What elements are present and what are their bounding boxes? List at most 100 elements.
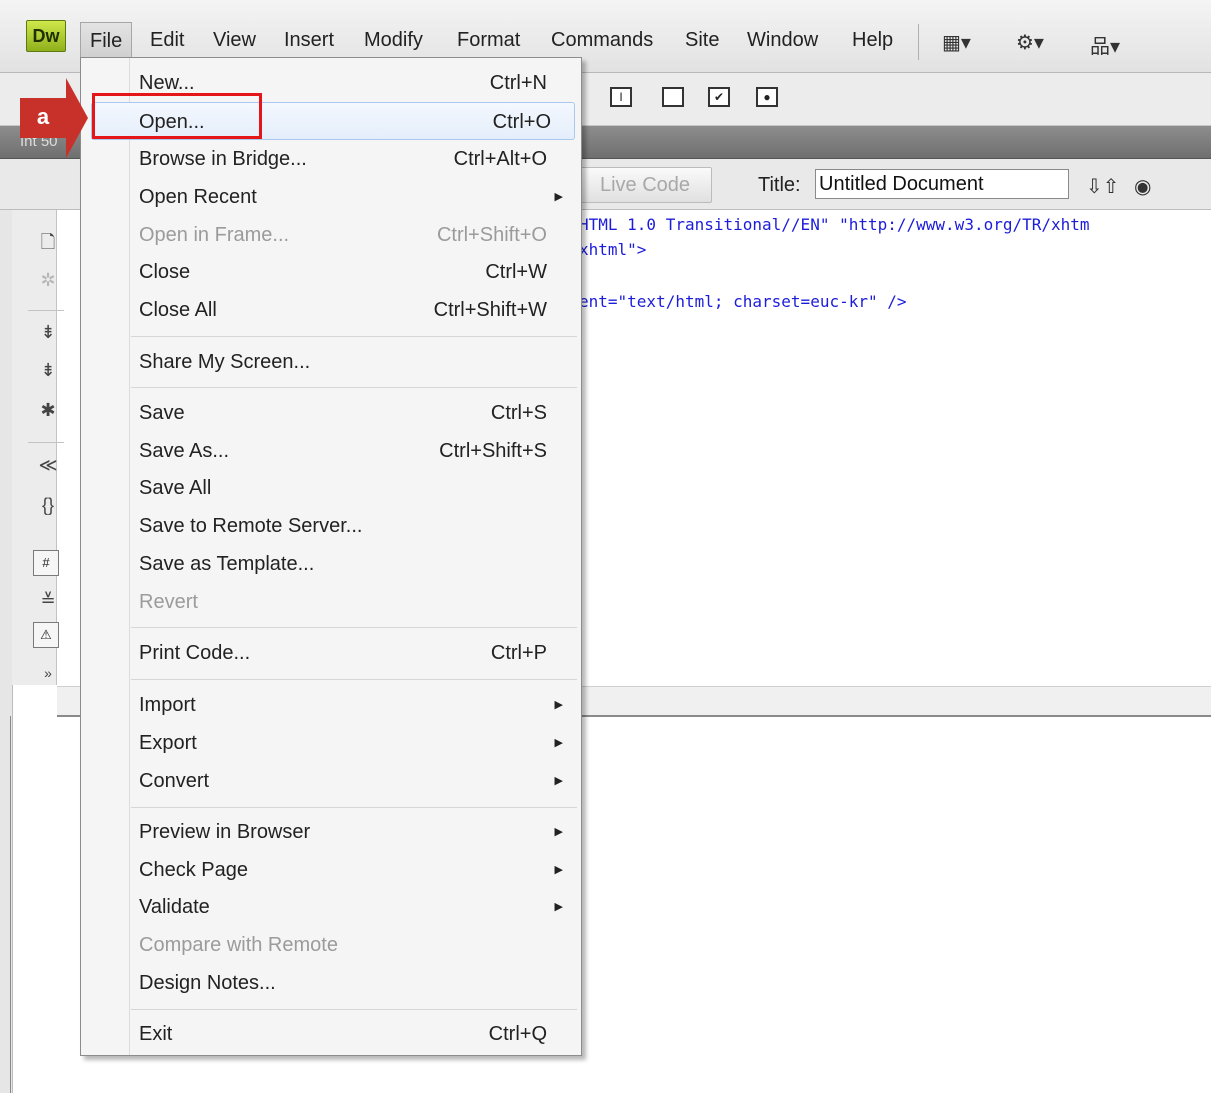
open-documents-icon[interactable]: 🗋 bbox=[36, 230, 60, 260]
file-menu-dropdown: New... Ctrl+N Open... Ctrl+O Browse in B… bbox=[80, 57, 582, 1056]
menu-separator bbox=[131, 807, 577, 808]
menu-item-validate[interactable]: Validate ▶ bbox=[81, 888, 581, 926]
collapse-tag-icon[interactable]: ⇟ bbox=[36, 322, 60, 343]
menu-item-label: Validate bbox=[139, 896, 210, 918]
menu-item-open-recent[interactable]: Open Recent ▶ bbox=[81, 178, 581, 216]
title-label: Title: bbox=[758, 174, 801, 196]
menu-item-shortcut: Ctrl+N bbox=[489, 72, 547, 94]
more-icon[interactable]: » bbox=[36, 665, 60, 681]
menu-item-shortcut: Ctrl+Q bbox=[488, 1023, 547, 1045]
menu-item-label: Close bbox=[139, 261, 191, 283]
menu-item-shortcut: Ctrl+Shift+W bbox=[433, 299, 547, 321]
menu-window[interactable]: Window bbox=[747, 22, 818, 58]
select-parent-tag-icon[interactable]: ≪ bbox=[36, 455, 60, 476]
menu-item-label: Check Page bbox=[139, 859, 248, 881]
submenu-arrow-icon: ▶ bbox=[554, 775, 563, 787]
code-line: HTML 1.0 Transitional//EN" "http://www.w… bbox=[579, 215, 1090, 234]
menu-item-label: Save bbox=[139, 402, 185, 424]
menu-item-label: Save to Remote Server... bbox=[139, 515, 363, 537]
menu-item-shortcut: Ctrl+P bbox=[490, 642, 547, 664]
menu-separator bbox=[131, 336, 577, 337]
menu-item-shortcut: Ctrl+W bbox=[485, 261, 547, 283]
menu-item-label: Convert bbox=[139, 770, 210, 792]
menu-item-export[interactable]: Export ▶ bbox=[81, 724, 581, 762]
preview-globe-icon[interactable]: ◉ bbox=[1134, 174, 1151, 199]
menu-item-close[interactable]: Close Ctrl+W bbox=[81, 253, 581, 291]
menu-help[interactable]: Help bbox=[852, 22, 893, 58]
menu-commands[interactable]: Commands bbox=[551, 22, 653, 58]
code-line: ent="text/html; charset=euc-kr" /> bbox=[579, 292, 907, 311]
callout-arrow bbox=[66, 78, 88, 158]
dreamweaver-logo: Dw bbox=[26, 20, 66, 52]
menu-item-label: Preview in Browser bbox=[139, 821, 311, 843]
submenu-arrow-icon: ▶ bbox=[554, 826, 563, 838]
menu-item-label: Compare with Remote bbox=[139, 934, 338, 956]
highlight-box bbox=[92, 93, 262, 139]
textarea-icon[interactable] bbox=[662, 87, 684, 107]
menu-item-import[interactable]: Import ▶ bbox=[81, 686, 581, 724]
code-line: xhtml"> bbox=[579, 240, 647, 259]
highlight-invalid-code-icon[interactable]: ≚ bbox=[36, 590, 60, 611]
menu-item-save-all[interactable]: Save All bbox=[81, 469, 581, 507]
submenu-arrow-icon: ▶ bbox=[554, 864, 563, 876]
menu-item-save-as[interactable]: Save As... Ctrl+Shift+S bbox=[81, 432, 581, 470]
menu-item-label: Design Notes... bbox=[139, 972, 276, 994]
collapse-selection-icon[interactable]: ⇟ bbox=[36, 360, 60, 381]
menu-item-label: Open in Frame... bbox=[139, 224, 290, 246]
menu-format[interactable]: Format bbox=[457, 22, 520, 58]
menu-item-label: Exit bbox=[139, 1023, 173, 1045]
syntax-error-alerts-icon[interactable]: ⚠ bbox=[33, 622, 59, 648]
menu-separator bbox=[131, 387, 577, 388]
callout-badge: a bbox=[20, 98, 66, 138]
menu-item-label: Revert bbox=[139, 591, 198, 613]
menu-item-label: Browse in Bridge... bbox=[139, 148, 307, 170]
menu-item-label: Open Recent bbox=[139, 186, 257, 208]
menu-edit[interactable]: Edit bbox=[150, 22, 184, 58]
menu-item-close-all[interactable]: Close All Ctrl+Shift+W bbox=[81, 291, 581, 329]
menu-item-label: Save All bbox=[139, 477, 212, 499]
checkbox-icon[interactable]: ✔ bbox=[708, 87, 730, 107]
layout-icon[interactable]: ▦▾ bbox=[942, 30, 971, 55]
menu-item-exit[interactable]: Exit Ctrl+Q bbox=[81, 1015, 581, 1053]
menu-item-shortcut: Ctrl+Shift+O bbox=[436, 224, 547, 246]
menu-item-label: Export bbox=[139, 732, 197, 754]
menu-item-print-code[interactable]: Print Code... Ctrl+P bbox=[81, 634, 581, 672]
file-transfer-icon[interactable]: ⇩⇧ bbox=[1086, 174, 1120, 199]
menu-item-share-my-screen[interactable]: Share My Screen... bbox=[81, 343, 581, 381]
menu-item-convert[interactable]: Convert ▶ bbox=[81, 762, 581, 800]
menu-separator bbox=[131, 627, 577, 628]
site-map-icon[interactable]: 品▾ bbox=[1090, 30, 1120, 59]
menu-item-save-to-remote-server[interactable]: Save to Remote Server... bbox=[81, 507, 581, 545]
menu-item-shortcut: Ctrl+S bbox=[490, 402, 547, 424]
balance-braces-icon[interactable]: {} bbox=[36, 495, 60, 516]
menu-modify[interactable]: Modify bbox=[364, 22, 423, 58]
title-input[interactable] bbox=[815, 169, 1069, 199]
menu-item-preview-in-browser[interactable]: Preview in Browser ▶ bbox=[81, 813, 581, 851]
menu-item-open-in-frame: Open in Frame... Ctrl+Shift+O bbox=[81, 216, 581, 254]
menu-item-label: Print Code... bbox=[139, 642, 251, 664]
menu-item-check-page[interactable]: Check Page ▶ bbox=[81, 851, 581, 889]
text-field-icon[interactable]: I bbox=[610, 87, 632, 107]
menu-item-shortcut: Ctrl+Alt+O bbox=[453, 148, 547, 170]
submenu-arrow-icon: ▶ bbox=[554, 737, 563, 749]
submenu-arrow-icon: ▶ bbox=[554, 191, 563, 203]
expand-all-icon[interactable]: ✱ bbox=[36, 400, 60, 421]
menu-item-browse-in-bridge[interactable]: Browse in Bridge... Ctrl+Alt+O bbox=[81, 140, 581, 178]
menu-view[interactable]: View bbox=[213, 22, 256, 58]
menu-file[interactable]: File bbox=[80, 22, 133, 59]
line-numbers-icon[interactable]: # bbox=[33, 550, 59, 576]
menu-insert[interactable]: Insert bbox=[284, 22, 334, 58]
menu-item-label: Save as Template... bbox=[139, 553, 315, 575]
submenu-arrow-icon: ▶ bbox=[554, 901, 563, 913]
menu-item-label: Import bbox=[139, 694, 196, 716]
live-code-button[interactable]: Live Code bbox=[578, 167, 712, 203]
menu-item-shortcut: Ctrl+O bbox=[492, 111, 551, 133]
menu-item-save-as-template[interactable]: Save as Template... bbox=[81, 545, 581, 583]
menu-site[interactable]: Site bbox=[685, 22, 719, 58]
menu-item-save[interactable]: Save Ctrl+S bbox=[81, 394, 581, 432]
radio-button-icon[interactable]: ● bbox=[756, 87, 778, 107]
gear-icon[interactable]: ⚙▾ bbox=[1016, 30, 1044, 55]
menu-item-compare-with-remote: Compare with Remote bbox=[81, 926, 581, 964]
snippet-icon: ✲ bbox=[40, 270, 56, 290]
menu-item-design-notes[interactable]: Design Notes... bbox=[81, 964, 581, 1002]
